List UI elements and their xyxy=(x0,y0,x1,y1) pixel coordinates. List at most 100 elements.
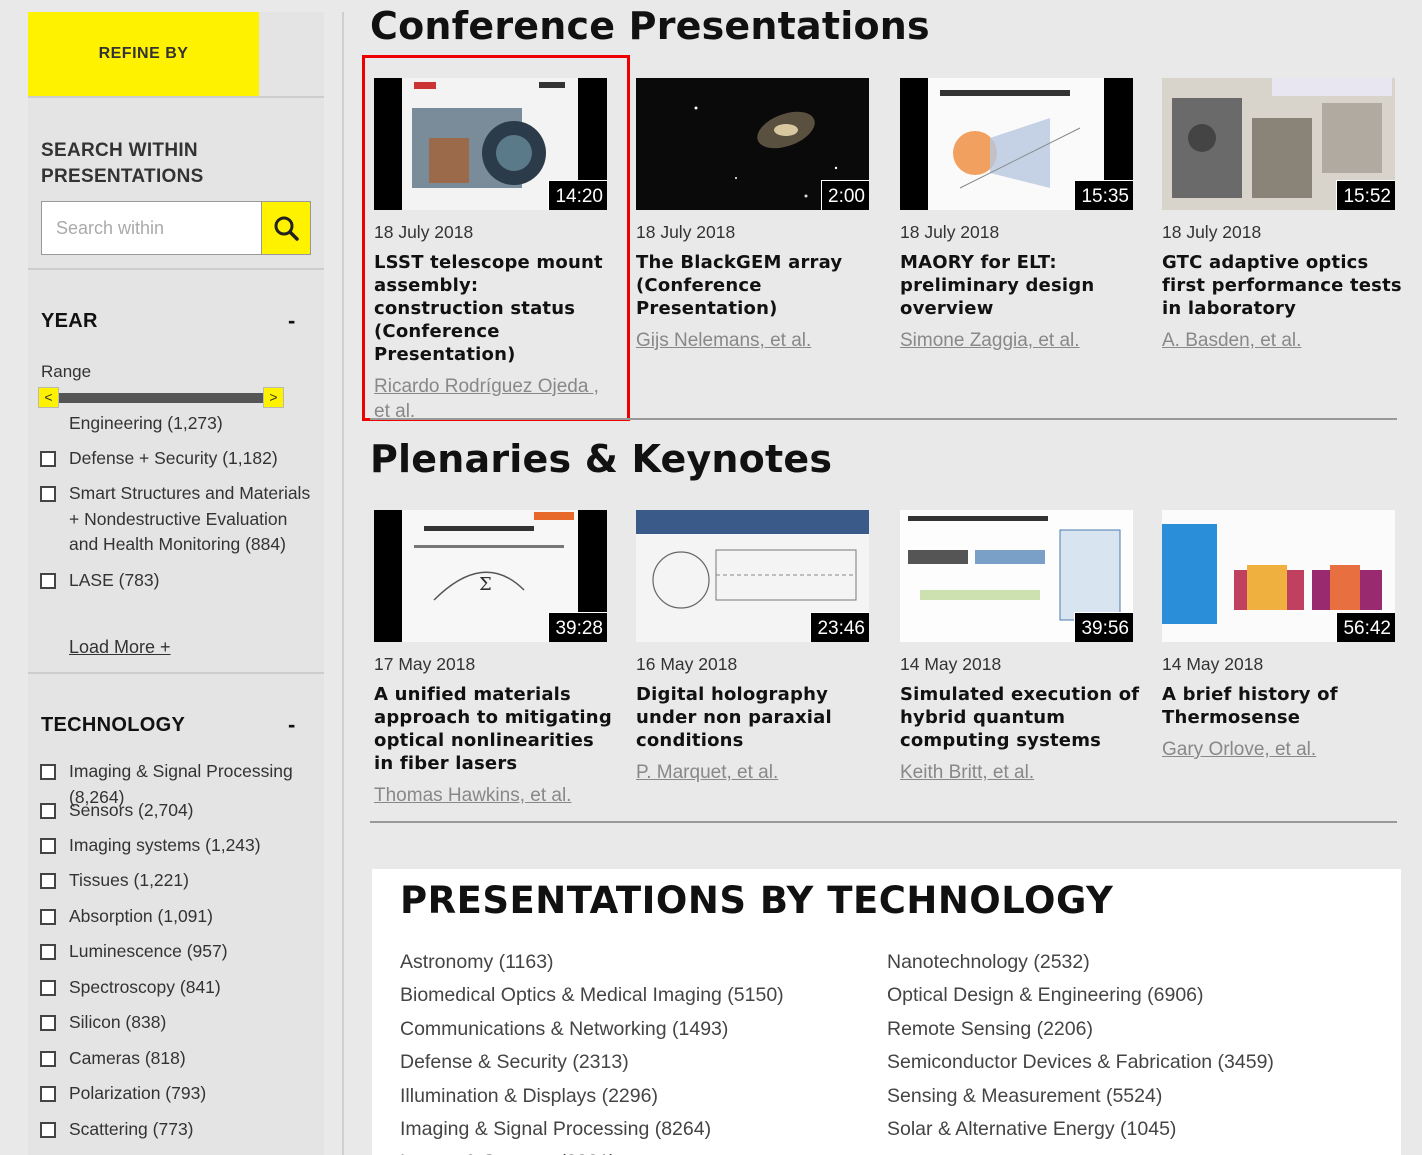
video-duration: 39:56 xyxy=(1074,612,1133,642)
range-handle-max[interactable]: > xyxy=(263,387,284,408)
technology-link[interactable]: Communications & Networking (1493) xyxy=(400,1013,784,1046)
card-title[interactable]: MAORY for ELT: preliminary design overvi… xyxy=(900,251,1140,320)
checkbox[interactable] xyxy=(40,486,56,502)
technology-facet-title[interactable]: TECHNOLOGY xyxy=(41,714,185,737)
facet-item[interactable]: Luminescence (957) xyxy=(40,939,320,965)
year-range-slider[interactable]: < > xyxy=(38,387,285,409)
technology-link[interactable]: Biomedical Optics & Medical Imaging (515… xyxy=(400,979,784,1012)
checkbox[interactable] xyxy=(40,979,56,996)
video-duration: 2:00 xyxy=(821,180,869,210)
facet-item[interactable]: LASE (783) xyxy=(40,568,320,594)
technology-facet-list: Imaging & Signal Processing (8,264) Sens… xyxy=(40,759,320,1142)
video-duration: 15:35 xyxy=(1074,180,1133,210)
checkbox[interactable] xyxy=(40,572,56,589)
video-thumbnail[interactable]: 56:42 xyxy=(1162,510,1395,642)
presentation-card[interactable]: 2:00 18 July 2018 The BlackGEM array (Co… xyxy=(636,78,876,353)
facet-item[interactable]: Absorption (1,091) xyxy=(40,904,320,930)
presentation-card[interactable]: 56:42 14 May 2018 A brief history of The… xyxy=(1162,510,1402,762)
presentation-card[interactable]: 15:35 18 July 2018 MAORY for ELT: prelim… xyxy=(900,78,1140,353)
technology-link[interactable]: Semiconductor Devices & Fabrication (345… xyxy=(887,1046,1274,1079)
year-facet-title[interactable]: YEAR xyxy=(41,310,98,333)
checkbox[interactable] xyxy=(40,1121,56,1138)
card-author-link[interactable]: A. Basden, et al. xyxy=(1162,328,1402,353)
technology-link[interactable]: Astronomy (1163) xyxy=(400,946,784,979)
technology-link[interactable]: Illumination & Displays (2296) xyxy=(400,1080,784,1113)
checkbox[interactable] xyxy=(40,803,56,819)
checkbox[interactable] xyxy=(40,908,56,925)
search-heading-line1: SEARCH WITHIN xyxy=(41,140,198,161)
technology-link[interactable]: Nanotechnology (2532) xyxy=(887,946,1274,979)
technology-link[interactable]: Lasers & Sources (2881) xyxy=(400,1146,784,1155)
presentation-card[interactable]: 23:46 16 May 2018 Digital holography und… xyxy=(636,510,876,785)
presentation-card[interactable]: Σ 39:28 17 May 2018 A unified materials … xyxy=(374,510,614,808)
facet-item[interactable]: Scattering (773) xyxy=(40,1117,320,1143)
checkbox[interactable] xyxy=(40,1050,56,1067)
technology-link[interactable]: Optical Design & Engineering (6906) xyxy=(887,979,1274,1012)
facet-item-label: Scattering (773) xyxy=(69,1118,194,1139)
technology-collapse-toggle[interactable]: - xyxy=(288,712,295,738)
card-date: 16 May 2018 xyxy=(636,654,738,674)
card-title[interactable]: The BlackGEM array (Conference Presentat… xyxy=(636,251,876,320)
card-title[interactable]: Digital holography under non paraxial co… xyxy=(636,683,876,752)
presentations-by-technology-panel: PRESENTATIONS BY TECHNOLOGY Astronomy (1… xyxy=(372,869,1401,1155)
technology-link[interactable]: Solar & Alternative Energy (1045) xyxy=(887,1113,1274,1146)
card-author-link[interactable]: Keith Britt, et al. xyxy=(900,760,1140,785)
technology-link[interactable]: Sensing & Measurement (5524) xyxy=(887,1080,1274,1113)
facet-item[interactable]: Defense + Security (1,182) xyxy=(40,446,320,472)
video-thumbnail[interactable]: Σ 39:28 xyxy=(374,510,607,642)
technology-link[interactable]: Remote Sensing (2206) xyxy=(887,1013,1274,1046)
card-title[interactable]: A brief history of Thermosense xyxy=(1162,683,1402,729)
facet-item[interactable]: Engineering (1,273) xyxy=(40,411,320,437)
card-author-link[interactable]: Thomas Hawkins, et al. xyxy=(374,783,614,808)
video-thumbnail[interactable]: 2:00 xyxy=(636,78,869,210)
facet-item[interactable]: Imaging systems (1,243) xyxy=(40,833,320,859)
facet-item-label: Luminescence (957) xyxy=(69,941,228,961)
sidebar-divider xyxy=(28,268,324,270)
card-title[interactable]: GTC adaptive optics first performance te… xyxy=(1162,251,1402,320)
technology-link[interactable]: Defense & Security (2313) xyxy=(400,1046,784,1079)
plenaries-keynotes-heading: Plenaries & Keynotes xyxy=(370,437,833,481)
year-collapse-toggle[interactable]: - xyxy=(288,308,295,334)
technology-list-right: Nanotechnology (2532) Optical Design & E… xyxy=(887,946,1274,1146)
card-author-link[interactable]: Simone Zaggia, et al. xyxy=(900,328,1140,353)
facet-item[interactable]: Cameras (818) xyxy=(40,1046,320,1072)
card-date: 18 July 2018 xyxy=(900,222,1000,242)
facet-item[interactable]: Sensors (2,704) xyxy=(40,798,320,824)
range-handle-min[interactable]: < xyxy=(38,387,59,408)
search-button[interactable] xyxy=(261,201,311,255)
card-date: 18 July 2018 xyxy=(636,222,736,242)
video-thumbnail[interactable]: 15:52 xyxy=(1162,78,1395,210)
facet-item[interactable]: Spectroscopy (841) xyxy=(40,975,320,1001)
video-thumbnail[interactable]: 23:46 xyxy=(636,510,869,642)
checkbox[interactable] xyxy=(40,764,56,780)
checkbox[interactable] xyxy=(40,873,56,889)
facet-item-label: Cameras (818) xyxy=(69,1047,186,1068)
presentation-card[interactable]: 39:56 14 May 2018 Simulated execution of… xyxy=(900,510,1140,785)
card-date: 14 May 2018 xyxy=(900,654,1002,674)
facet-item-label: Spectroscopy (841) xyxy=(69,976,221,997)
facet-item[interactable]: Polarization (793) xyxy=(40,1081,320,1107)
checkbox[interactable] xyxy=(40,1086,56,1102)
presentation-card[interactable]: 15:52 18 July 2018 GTC adaptive optics f… xyxy=(1162,78,1402,353)
checkbox[interactable] xyxy=(40,1015,56,1031)
facet-item-label: Polarization (793) xyxy=(69,1083,207,1103)
card-title[interactable]: Simulated execution of hybrid quantum co… xyxy=(900,683,1140,752)
sidebar-divider xyxy=(28,672,324,674)
card-author-link[interactable]: Gary Orlove, et al. xyxy=(1162,737,1402,762)
card-title[interactable]: A unified materials approach to mitigati… xyxy=(374,683,614,775)
refine-by-header[interactable]: REFINE BY xyxy=(28,12,259,96)
load-more-link[interactable]: Load More + xyxy=(69,637,171,658)
checkbox[interactable] xyxy=(40,837,56,854)
card-author-link[interactable]: Gijs Nelemans, et al. xyxy=(636,328,876,353)
video-duration: 23:46 xyxy=(810,612,869,642)
video-thumbnail[interactable]: 39:56 xyxy=(900,510,1133,642)
card-author-link[interactable]: P. Marquet, et al. xyxy=(636,760,876,785)
checkbox[interactable] xyxy=(40,450,56,467)
video-thumbnail[interactable]: 15:35 xyxy=(900,78,1133,210)
facet-item[interactable]: Silicon (838) xyxy=(40,1010,320,1036)
facet-item[interactable]: Tissues (1,221) xyxy=(40,868,320,894)
facet-item[interactable]: Smart Structures and Materials + Nondest… xyxy=(40,481,320,558)
checkbox[interactable] xyxy=(40,944,56,960)
technology-link[interactable]: Imaging & Signal Processing (8264) xyxy=(400,1113,784,1146)
search-input[interactable] xyxy=(42,202,262,254)
